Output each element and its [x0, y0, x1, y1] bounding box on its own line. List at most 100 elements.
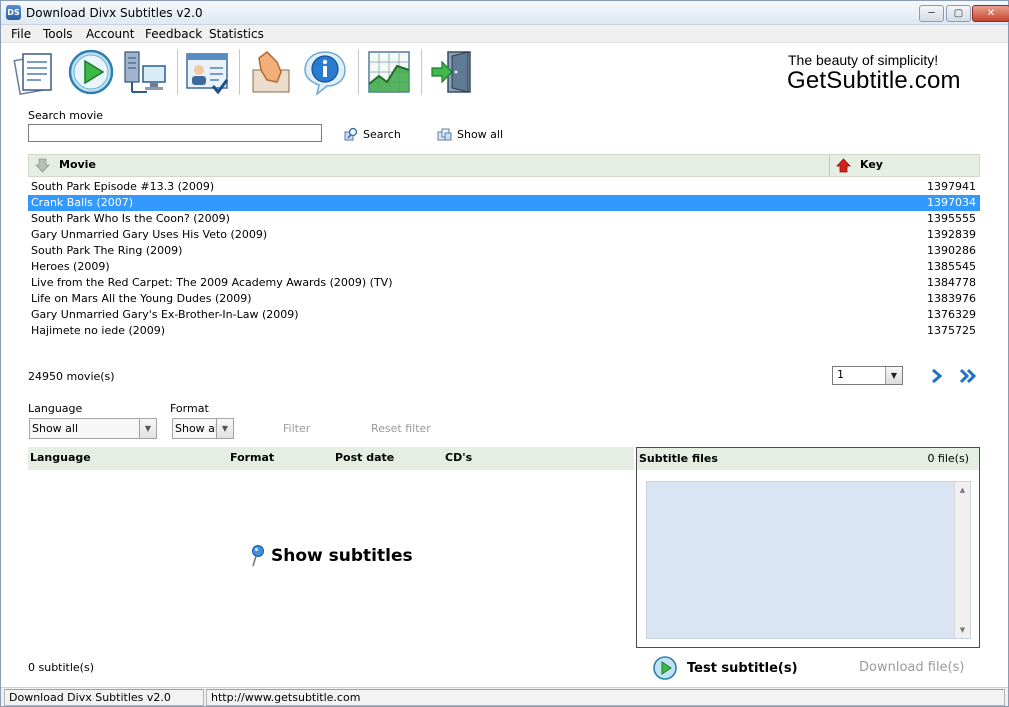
movie-key: 1384778 — [927, 276, 976, 289]
menu-bar: File Tools Account Feedback Statistics — [1, 25, 1008, 43]
show-all-button[interactable]: Show all — [437, 127, 503, 141]
test-subtitles-button[interactable]: Test subtitle(s) — [653, 656, 798, 680]
language-filter-label: Language — [28, 402, 83, 415]
menu-tools[interactable]: Tools — [43, 27, 73, 41]
movie-row[interactable]: South Park The Ring (2009) 1390286 — [28, 243, 980, 259]
scroll-down-icon[interactable]: ▼ — [955, 623, 970, 637]
language-select[interactable]: Show all ▼ — [29, 418, 157, 439]
toolbar-network-button[interactable] — [119, 47, 171, 97]
documents-icon — [13, 53, 52, 96]
toolbar-separator — [239, 49, 240, 95]
movie-key: 1375725 — [927, 324, 976, 337]
chevron-down-icon[interactable]: ▼ — [885, 367, 902, 384]
pin-icon — [252, 545, 264, 567]
search-label: Search movie — [28, 109, 104, 122]
toolbar-play-button[interactable] — [65, 47, 117, 97]
movie-row-selected[interactable]: Crank Balls (2007) 1397034 — [28, 195, 980, 211]
page-select[interactable]: 1 ▼ — [832, 366, 903, 385]
search-icon — [344, 127, 358, 141]
test-subtitles-label: Test subtitle(s) — [687, 660, 798, 676]
column-header-post-date[interactable]: Post date — [335, 451, 394, 464]
network-icon — [124, 51, 166, 93]
scroll-up-icon[interactable]: ▲ — [955, 483, 970, 497]
search-input[interactable] — [28, 124, 322, 142]
toolbar-exit-button[interactable] — [426, 47, 478, 97]
reset-filter-button[interactable]: Reset filter — [371, 422, 431, 435]
menu-account[interactable]: Account — [86, 27, 134, 41]
column-header-format[interactable]: Format — [230, 451, 274, 464]
next-page-icon[interactable] — [927, 367, 947, 385]
search-button[interactable]: Search — [344, 127, 401, 141]
subtitle-table-header: Language Format Post date CD's — [28, 447, 634, 470]
movie-row[interactable]: Live from the Red Carpet: The 2009 Acade… — [28, 275, 980, 291]
movie-key: 1397034 — [927, 196, 976, 209]
column-header-language[interactable]: Language — [30, 451, 91, 464]
info-icon — [304, 51, 346, 96]
movie-row[interactable]: Hajimete no iede (2009) 1375725 — [28, 323, 980, 339]
close-button[interactable]: ✕ — [972, 5, 1009, 22]
movie-title: South Park Who Is the Coon? (2009) — [31, 212, 230, 225]
toolbar-documents-button[interactable] — [9, 47, 61, 97]
movie-row[interactable]: Heroes (2009) 1385545 — [28, 259, 980, 275]
branding-site-name: GetSubtitle.com — [787, 67, 961, 94]
user-card-icon — [186, 53, 229, 95]
column-header-movie[interactable]: Movie — [59, 158, 96, 171]
maximize-button[interactable]: ▢ — [946, 5, 971, 22]
subtitle-files-count: 0 file(s) — [927, 452, 969, 465]
filter-button[interactable]: Filter — [283, 422, 310, 435]
chevron-down-icon[interactable]: ▼ — [139, 419, 156, 438]
language-select-value: Show all — [32, 422, 79, 435]
chevron-down-icon[interactable]: ▼ — [216, 419, 233, 438]
toolbar-separator — [177, 49, 178, 95]
show-subtitles-label: Show subtitles — [271, 546, 413, 566]
sort-down-icon[interactable] — [35, 158, 50, 173]
movie-title: Gary Unmarried Gary's Ex-Brother-In-Law … — [31, 308, 299, 321]
sort-up-icon[interactable] — [836, 158, 851, 173]
subtitle-files-header: Subtitle files 0 file(s) — [637, 448, 979, 470]
toolbar-separator — [358, 49, 359, 95]
window-title: Download Divx Subtitles v2.0 — [26, 6, 203, 20]
movie-title: South Park The Ring (2009) — [31, 244, 183, 257]
hand-icon — [252, 51, 290, 93]
play-icon — [68, 49, 114, 95]
movie-row[interactable]: Gary Unmarried Gary's Ex-Brother-In-Law … — [28, 307, 980, 323]
menu-feedback[interactable]: Feedback — [145, 27, 202, 41]
vertical-scrollbar[interactable]: ▲ ▼ — [954, 482, 970, 638]
show-all-button-label: Show all — [457, 127, 504, 141]
subtitle-files-list[interactable]: ▲ ▼ — [646, 481, 971, 639]
movie-row[interactable]: South Park Episode #13.3 (2009) 1397941 — [28, 179, 980, 195]
subtitle-files-panel: Subtitle files 0 file(s) ▲ ▼ — [636, 447, 980, 648]
movie-row[interactable]: Gary Unmarried Gary Uses His Veto (2009)… — [28, 227, 980, 243]
movie-title: Life on Mars All the Young Dudes (2009) — [31, 292, 252, 305]
minimize-button[interactable]: ─ — [919, 5, 944, 22]
last-page-icon[interactable] — [958, 367, 978, 385]
movie-list: South Park Episode #13.3 (2009) 1397941 … — [28, 179, 980, 339]
movie-key: 1385545 — [927, 260, 976, 273]
column-header-key[interactable]: Key — [860, 158, 883, 171]
column-divider[interactable] — [829, 155, 830, 176]
menu-file[interactable]: File — [11, 27, 31, 41]
toolbar-info-button[interactable] — [299, 47, 351, 97]
movie-key: 1383976 — [927, 292, 976, 305]
toolbar-feedback-button[interactable] — [245, 47, 297, 97]
movie-key: 1376329 — [927, 308, 976, 321]
status-url: http://www.getsubtitle.com — [206, 689, 1005, 706]
chart-icon — [368, 51, 410, 93]
subtitle-files-title: Subtitle files — [639, 452, 718, 465]
movie-table-header: Movie Key — [28, 154, 980, 177]
exit-door-icon — [431, 51, 471, 93]
toolbar-statistics-button[interactable] — [363, 47, 415, 97]
search-button-label: Search — [363, 127, 401, 141]
app-icon: DS — [6, 5, 21, 20]
column-header-cds[interactable]: CD's — [445, 451, 472, 464]
download-files-button[interactable]: Download file(s) — [859, 660, 964, 675]
movie-key: 1392839 — [927, 228, 976, 241]
movie-row[interactable]: South Park Who Is the Coon? (2009) 13955… — [28, 211, 980, 227]
movie-row[interactable]: Life on Mars All the Young Dudes (2009) … — [28, 291, 980, 307]
movie-title: Live from the Red Carpet: The 2009 Acade… — [31, 276, 393, 289]
menu-statistics[interactable]: Statistics — [209, 27, 264, 41]
branding-tagline: The beauty of simplicity! — [788, 52, 939, 68]
show-subtitles-button[interactable]: Show subtitles — [249, 545, 413, 567]
format-select[interactable]: Show all ▼ — [172, 418, 234, 439]
toolbar-account-button[interactable] — [181, 47, 233, 97]
